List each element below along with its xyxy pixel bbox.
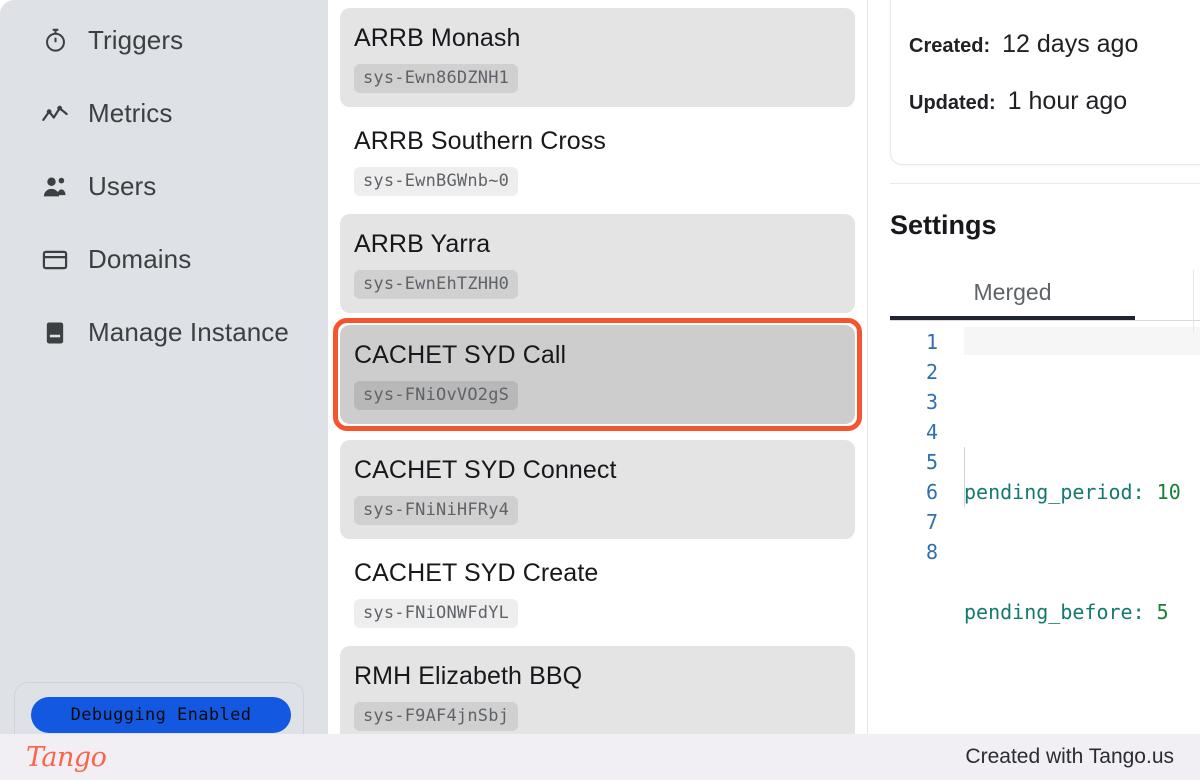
active-line-highlight	[964, 327, 1200, 355]
code-value: 10	[1156, 480, 1181, 504]
code-key: pending_before	[964, 600, 1133, 624]
metadata-row-updated: Updated: 1 hour ago	[909, 87, 1200, 144]
debugging-enabled-badge[interactable]: Debugging Enabled	[31, 697, 291, 733]
sidebar-item-label: Triggers	[88, 25, 184, 55]
sidebar-item-manage-instance[interactable]: Manage Instance	[0, 296, 328, 369]
system-id: sys-FNiOvVO2gS	[354, 381, 519, 410]
list-item[interactable]: ARRB Southern Cross sys-EwnBGWnb~0	[340, 111, 855, 210]
metadata-row-created: Created: 12 days ago	[909, 30, 1200, 87]
sidebar-nav-list: Triggers Metrics Users Domains Manage In…	[0, 4, 328, 369]
footer: Tango Created with Tango.us	[0, 734, 1200, 780]
screenshot-root: Triggers Metrics Users Domains Manage In…	[0, 0, 1200, 780]
system-id: sys-EwnBGWnb~0	[354, 167, 519, 196]
system-id: sys-Ewn86DZNH1	[354, 64, 519, 93]
settings-code-editor[interactable]: 1 2 3 4 5 6 7 8 pending_period: 10 pendi…	[890, 320, 1200, 720]
line-number: 2	[925, 360, 938, 384]
systems-list: ARRB Monash sys-Ewn86DZNH1 ARRB Southern…	[328, 8, 867, 740]
line-number: 1	[925, 330, 938, 354]
stopwatch-icon	[40, 26, 70, 56]
line-number: 3	[925, 390, 938, 414]
sidebar: Triggers Metrics Users Domains Manage In…	[0, 0, 328, 740]
system-id: sys-FNiONWFdYL	[354, 599, 519, 628]
system-id: sys-FNiNiHFRy4	[354, 496, 519, 525]
sidebar-item-label: Manage Instance	[88, 317, 289, 347]
sidebar-item-triggers[interactable]: Triggers	[0, 4, 328, 77]
system-name: ARRB Monash	[354, 24, 521, 52]
system-name: CACHET SYD Call	[354, 341, 567, 369]
settings-heading: Settings	[890, 210, 997, 240]
line-number: 8	[925, 540, 938, 564]
list-item[interactable]: ARRB Yarra sys-EwnEhTZHH0	[340, 214, 855, 313]
browser-window-icon	[40, 245, 70, 275]
sidebar-item-label: Users	[88, 171, 157, 201]
sidebar-item-label: Domains	[88, 244, 192, 274]
list-item[interactable]: CACHET SYD Connect sys-FNiNiHFRy4	[340, 440, 855, 539]
list-item[interactable]: CACHET SYD Create sys-FNiONWFdYL	[340, 543, 855, 642]
device-icon	[40, 318, 70, 348]
metadata-value: 1 hour ago	[1007, 87, 1128, 115]
list-item[interactable]: ARRB Monash sys-Ewn86DZNH1	[340, 8, 855, 107]
line-number: 7	[925, 510, 938, 534]
metadata-key: Updated:	[909, 92, 996, 114]
metadata-card: Timezone: UTC Created: 12 days ago Updat…	[890, 0, 1200, 165]
line-chart-icon	[40, 99, 70, 129]
sidebar-item-label: Metrics	[88, 98, 173, 128]
tango-logo: Tango	[26, 741, 107, 773]
list-item-selected[interactable]: CACHET SYD Call sys-FNiOvVO2gS	[333, 318, 862, 431]
metadata-value: UTC	[1020, 0, 1071, 2]
metadata-value: 12 days ago	[1002, 30, 1139, 58]
metadata-key: Timezone:	[909, 0, 1008, 1]
line-number: 4	[925, 420, 938, 444]
code-key: pending_period	[964, 480, 1133, 504]
code-line: pending_before: 5	[964, 597, 1200, 627]
panel-right-edge	[1193, 270, 1194, 332]
line-number: 6	[925, 480, 938, 504]
debugging-card: Debugging Enabled Click to disable debug…	[14, 682, 304, 740]
list-item[interactable]: RMH Elizabeth BBQ sys-F9AF4jnSbj	[340, 646, 855, 740]
indent-guide	[964, 447, 965, 507]
section-divider	[890, 183, 1200, 184]
users-icon	[40, 172, 70, 202]
editor-code-area[interactable]: pending_period: 10 pending_before: 5 dis…	[942, 321, 1200, 720]
editor-line-numbers: 1 2 3 4 5 6 7 8	[890, 321, 942, 720]
code-line: disable_end_meeting	[964, 717, 1200, 720]
system-name: CACHET SYD Create	[354, 559, 599, 587]
system-id: sys-EwnEhTZHH0	[354, 270, 519, 299]
app-window: Triggers Metrics Users Domains Manage In…	[0, 0, 1200, 740]
sidebar-item-users[interactable]: Users	[0, 150, 328, 223]
footer-credit: Created with Tango.us	[965, 745, 1174, 768]
sidebar-item-domains[interactable]: Domains	[0, 223, 328, 296]
system-name: RMH Elizabeth BBQ	[354, 662, 583, 690]
code-value: 5	[1156, 600, 1169, 624]
tab-merged[interactable]: Merged	[890, 279, 1135, 320]
detail-panel: Timezone: UTC Created: 12 days ago Updat…	[868, 0, 1200, 740]
code-separator: :	[1132, 600, 1157, 624]
metadata-key: Created:	[909, 35, 991, 57]
system-name: CACHET SYD Connect	[354, 456, 617, 484]
metadata-row-timezone: Timezone: UTC	[909, 0, 1200, 30]
sidebar-item-metrics[interactable]: Metrics	[0, 77, 328, 150]
code-separator: :	[1132, 480, 1157, 504]
systems-list-column: ARRB Monash sys-Ewn86DZNH1 ARRB Southern…	[328, 0, 868, 740]
line-number: 5	[925, 450, 938, 474]
system-id: sys-F9AF4jnSbj	[354, 702, 519, 731]
settings-tabs: Merged	[890, 279, 1200, 320]
system-name: ARRB Southern Cross	[354, 127, 606, 155]
system-name: ARRB Yarra	[354, 230, 491, 258]
code-line: pending_period: 10	[964, 477, 1200, 507]
